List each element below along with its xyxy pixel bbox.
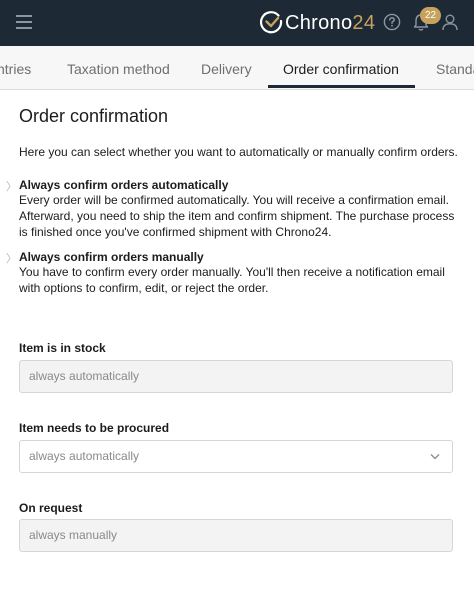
active-tab-indicator	[268, 85, 415, 88]
user-icon[interactable]	[441, 13, 459, 31]
option-manual-title: Always confirm orders manually	[19, 250, 204, 264]
procured-select-value: always automatically	[29, 449, 140, 463]
logo-text: Chrono24	[285, 11, 376, 34]
on-request-field: always manually	[19, 519, 453, 552]
chevron-down-icon	[430, 454, 440, 460]
intro-text: Here you can select whether you want to …	[19, 145, 458, 159]
page-title: Order confirmation	[19, 106, 169, 126]
chrono24-logo[interactable]: Chrono24	[260, 9, 375, 37]
logo-number: 24	[352, 11, 376, 34]
help-icon[interactable]	[383, 13, 401, 31]
tab-order-confirmation[interactable]: Order confirmation	[283, 46, 399, 89]
logo-crown-icon	[260, 11, 283, 34]
option-automatic-title: Always confirm orders automatically	[19, 178, 229, 192]
top-navigation-bar: Chrono24 22	[0, 0, 474, 46]
notification-badge[interactable]: 22	[420, 7, 441, 24]
tab-countries[interactable]: ntries	[0, 46, 31, 89]
in-stock-field: always automatically	[19, 360, 453, 393]
option-marker-icon: 〉	[6, 181, 17, 193]
on-request-label: On request	[19, 501, 83, 515]
in-stock-label: Item is in stock	[19, 341, 106, 355]
tab-taxation-method[interactable]: Taxation method	[67, 46, 170, 89]
procured-select[interactable]: always automatically	[19, 440, 453, 473]
tab-standard[interactable]: Standa	[436, 46, 474, 89]
option-marker-icon: 〉	[6, 253, 17, 265]
settings-tab-bar: ntries Taxation method Delivery Order co…	[0, 46, 474, 90]
tab-delivery[interactable]: Delivery	[201, 46, 252, 89]
menu-icon[interactable]	[16, 15, 32, 29]
option-manual-description: You have to confirm every order manually…	[19, 265, 445, 295]
option-automatic-description: Every order will be confirmed automatica…	[19, 193, 455, 239]
procured-label: Item needs to be procured	[19, 421, 170, 435]
